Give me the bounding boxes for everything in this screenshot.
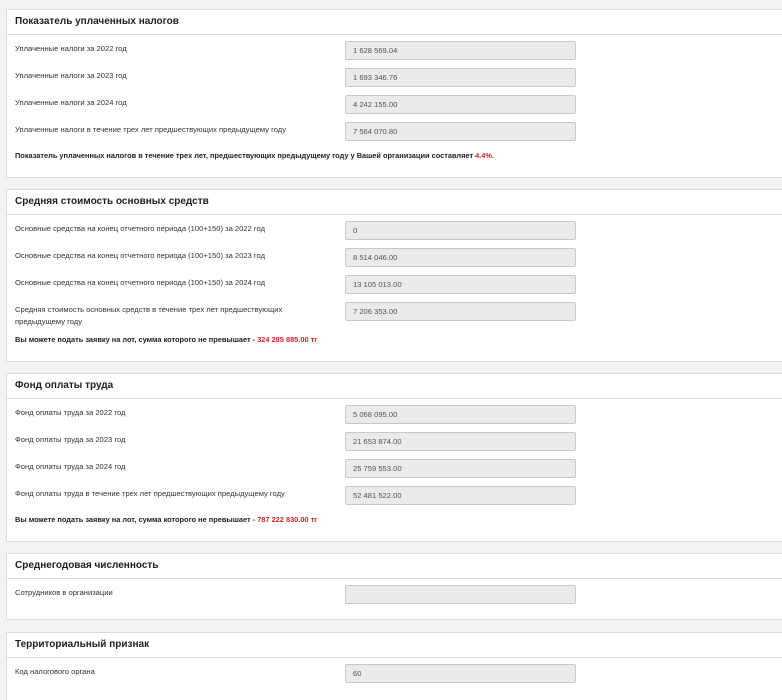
summary-highlight: 324 285 885.00 тг xyxy=(257,335,318,344)
assets-average-field[interactable]: 7 206 353.00 xyxy=(345,302,576,321)
field-label: Уплаченные налоги в течение трех лет пре… xyxy=(15,125,286,134)
summary-highlight: 787 222 830.00 тг xyxy=(257,515,318,524)
field-label: Уплаченные налоги за 2022 год xyxy=(15,44,127,53)
form-row: Основные средства на конец отчетного пер… xyxy=(7,219,782,246)
tax-office-code-field[interactable]: 60 xyxy=(345,664,576,683)
section-title: Территориальный признак xyxy=(7,633,782,658)
field-label: Уплаченные налоги за 2023 год xyxy=(15,71,127,80)
summary-text: Показатель уплаченных налогов в течение … xyxy=(15,151,474,160)
field-label: Основные средства на конец отчетного пер… xyxy=(15,278,265,287)
section-headcount: Среднегодовая численность Сотрудников в … xyxy=(6,553,782,620)
section-title: Показатель уплаченных налогов xyxy=(7,10,782,35)
form-row: Основные средства на конец отчетного пер… xyxy=(7,246,782,273)
taxes-total-field[interactable]: 7 564 070.80 xyxy=(345,122,576,141)
form-row: Основные средства на конец отчетного пер… xyxy=(7,273,782,300)
section-fixed-assets: Средняя стоимость основных средств Основ… xyxy=(6,189,782,362)
employees-count-field[interactable] xyxy=(345,585,576,604)
section-title: Фонд оплаты труда xyxy=(7,374,782,399)
form-row: Фонд оплаты труда в течение трех лет пре… xyxy=(7,484,782,511)
form-row: Фонд оплаты труда за 2024 год 25 759 553… xyxy=(7,457,782,484)
section-territorial: Территориальный признак Код налогового о… xyxy=(6,632,782,700)
section-payroll: Фонд оплаты труда Фонд оплаты труда за 2… xyxy=(6,373,782,542)
assets-2022-field[interactable]: 0 xyxy=(345,221,576,240)
form-row: Уплаченные налоги за 2022 год 1 628 569.… xyxy=(7,39,782,66)
form-row: Уплаченные налоги за 2023 год 1 693 346.… xyxy=(7,66,782,93)
field-label: Фонд оплаты труда за 2022 год xyxy=(15,408,126,417)
section-title: Средняя стоимость основных средств xyxy=(7,190,782,215)
summary-text: Вы можете подать заявку на лот, сумма ко… xyxy=(15,515,256,524)
section-title: Среднегодовая численность xyxy=(7,554,782,579)
summary-text: Вы можете подать заявку на лот, сумма ко… xyxy=(15,335,256,344)
field-label: Фонд оплаты труда в течение трех лет пре… xyxy=(15,489,285,498)
section-taxes: Показатель уплаченных налогов Уплаченные… xyxy=(6,9,782,178)
payroll-2023-field[interactable]: 21 653 874.00 xyxy=(345,432,576,451)
field-label: Основные средства на конец отчетного пер… xyxy=(15,224,265,233)
taxes-2024-field[interactable]: 4 242 155.00 xyxy=(345,95,576,114)
assets-summary: Вы можете подать заявку на лот, сумма ко… xyxy=(15,335,317,344)
form-row: Фонд оплаты труда за 2023 год 21 653 874… xyxy=(7,430,782,457)
payroll-2022-field[interactable]: 5 068 095.00 xyxy=(345,405,576,424)
form-row: Уплаченные налоги за 2024 год 4 242 155.… xyxy=(7,93,782,120)
taxes-2022-field[interactable]: 1 628 569.04 xyxy=(345,41,576,60)
form-row: Средняя стоимость основных средств в теч… xyxy=(7,300,782,327)
field-label: Уплаченные налоги за 2024 год xyxy=(15,98,127,107)
payroll-total-field[interactable]: 52 481 522.00 xyxy=(345,486,576,505)
taxes-2023-field[interactable]: 1 693 346.76 xyxy=(345,68,576,87)
taxes-summary: Показатель уплаченных налогов в течение … xyxy=(15,151,494,160)
field-label: Фонд оплаты труда за 2024 год xyxy=(15,462,126,471)
assets-2024-field[interactable]: 13 105 013.00 xyxy=(345,275,576,294)
field-label: Основные средства на конец отчетного пер… xyxy=(15,251,265,260)
form-row: Сотрудников в организации xyxy=(7,583,782,610)
form-row: Уплаченные налоги в течение трех лет пре… xyxy=(7,120,782,147)
field-label: Фонд оплаты труда за 2023 год xyxy=(15,435,126,444)
form-row: Код налогового органа 60 xyxy=(7,662,782,689)
payroll-summary: Вы можете подать заявку на лот, сумма ко… xyxy=(15,515,317,524)
assets-2023-field[interactable]: 8 514 046.00 xyxy=(345,248,576,267)
field-label: Средняя стоимость основных средств в теч… xyxy=(15,305,283,326)
summary-highlight: 4.4%. xyxy=(475,151,495,160)
field-label: Сотрудников в организации xyxy=(15,588,113,597)
field-label: Код налогового органа xyxy=(15,667,95,676)
form-row: Фонд оплаты труда за 2022 год 5 068 095.… xyxy=(7,403,782,430)
payroll-2024-field[interactable]: 25 759 553.00 xyxy=(345,459,576,478)
